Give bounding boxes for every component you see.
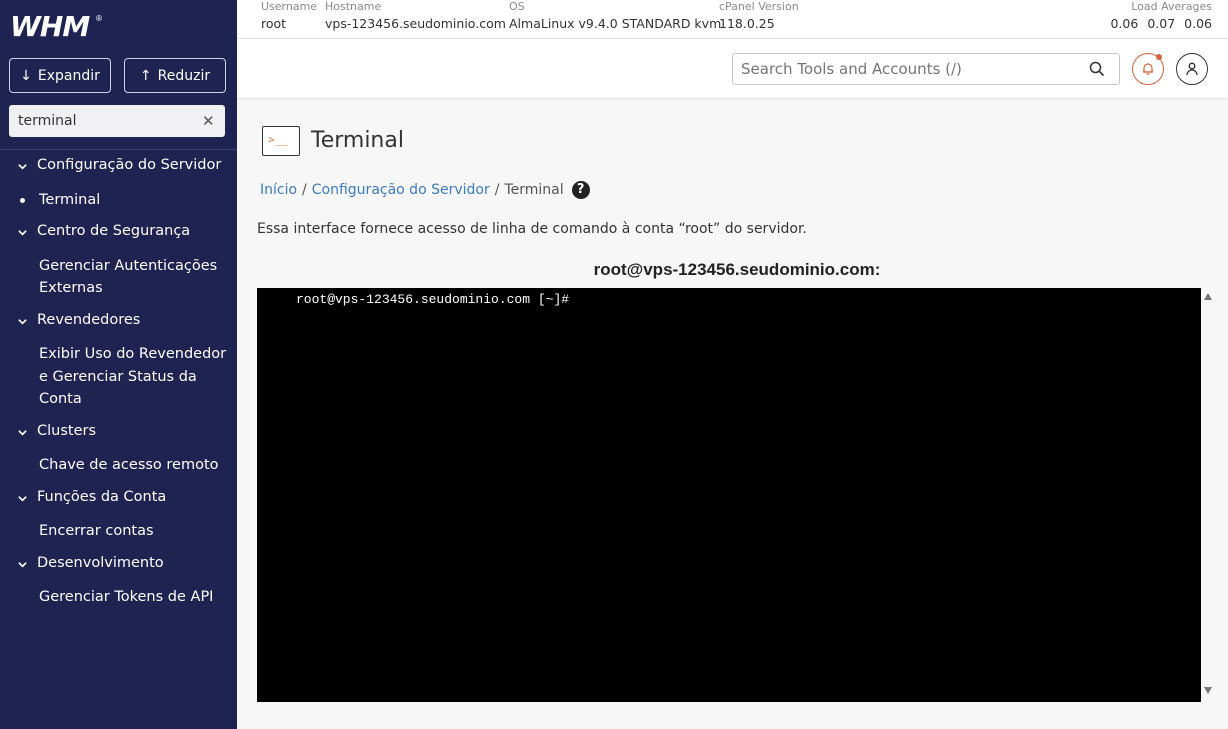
server-info-bar: Username root Hostname vps-123456.seudom…: [237, 0, 1228, 39]
breadcrumb-separator: /: [302, 182, 307, 198]
terminal-prompt-glyph: >__: [268, 133, 288, 146]
scroll-down-arrow-icon[interactable]: [1204, 687, 1212, 694]
search-icon[interactable]: [1089, 61, 1105, 77]
username-value: root: [261, 16, 287, 31]
nav-category-resellers[interactable]: Revendedores: [0, 309, 237, 335]
load-averages-info: Load Averages 0.06 0.07 0.06: [1110, 0, 1212, 35]
username-info: Username root: [261, 0, 317, 35]
expand-label: Expandir: [37, 67, 100, 84]
nav-category-label: Clusters: [37, 422, 97, 439]
user-menu-button[interactable]: [1176, 53, 1208, 85]
nav-item-label: Terminal: [39, 191, 101, 208]
terminal-title: root@vps-123456.seudominio.com:: [593, 260, 881, 279]
breadcrumb-current: Terminal: [504, 182, 564, 198]
chevron-down-icon: [17, 420, 37, 446]
global-search-input[interactable]: [733, 60, 1083, 78]
nav-item-label: Exibir Uso do Revendedor e Gerenciar Sta…: [39, 346, 227, 407]
chevron-down-icon: [17, 154, 37, 180]
hostname-value: vps-123456.seudominio.com: [325, 16, 506, 31]
cpanel-version-label: cPanel Version: [719, 0, 799, 13]
sidebar-divider: [0, 149, 237, 150]
load-5min: 0.07: [1147, 16, 1176, 31]
bell-icon: [1143, 63, 1153, 75]
nav-item-api-tokens[interactable]: Gerenciar Tokens de API: [0, 586, 237, 609]
nav-category-security-center[interactable]: Centro de Segurança: [0, 220, 237, 246]
nav-item-terminal[interactable]: Terminal: [0, 189, 237, 212]
nav-category-server-config[interactable]: Configuração do Servidor: [0, 154, 237, 180]
sidebar-nav: Configuração do Servidor Terminal Centro…: [0, 154, 237, 618]
arrow-up-icon: ↑: [139, 67, 152, 84]
arrow-down-icon: ↓: [20, 67, 32, 84]
nav-category-development[interactable]: Desenvolvimento: [0, 552, 237, 578]
collapse-label: Reduzir: [157, 67, 211, 84]
cpanel-version-value: 118.0.25: [719, 16, 775, 31]
nav-category-label: Funções da Conta: [37, 488, 167, 505]
sidebar: WHM ® ↓ Expandir ↑ Reduzir ✕ Configuraçã…: [0, 0, 237, 729]
expand-button[interactable]: ↓ Expandir: [9, 58, 111, 93]
hostname-info: Hostname vps-123456.seudominio.com: [325, 0, 506, 35]
toolbar: [237, 39, 1228, 99]
nav-category-label: Centro de Segurança: [37, 223, 191, 239]
chevron-down-icon: [17, 552, 37, 578]
nav-item-terminate-accounts[interactable]: Encerrar contas: [0, 520, 237, 543]
load-averages-values: 0.06 0.07 0.06: [1110, 13, 1212, 35]
collapse-button[interactable]: ↑ Reduzir: [124, 58, 226, 93]
nav-category-label: Configuração do Servidor: [37, 157, 222, 173]
username-label: Username: [261, 0, 318, 13]
nav-category-clusters[interactable]: Clusters: [0, 420, 237, 446]
nav-category-label: Desenvolvimento: [37, 554, 164, 571]
hostname-label: Hostname: [325, 0, 382, 13]
os-info: OS AlmaLinux v9.4.0 STANDARD kvm: [509, 0, 721, 35]
breadcrumb-separator: /: [494, 182, 500, 198]
help-icon[interactable]: ?: [571, 181, 590, 199]
registered-mark: ®: [95, 14, 103, 23]
terminal-prompt-line: root@vps-123456.seudominio.com [~]#: [296, 292, 570, 307]
nav-item-label: Gerenciar Autenticações Externas: [39, 257, 218, 297]
page-description: Essa interface fornece acesso de linha d…: [257, 221, 807, 237]
chevron-down-icon: [17, 309, 37, 335]
breadcrumb-home-link[interactable]: Início: [260, 179, 297, 201]
clear-search-icon[interactable]: ✕: [202, 112, 215, 130]
load-averages-label: Load Averages: [1131, 0, 1212, 13]
cpanel-version-info: cPanel Version 118.0.25: [719, 0, 799, 35]
nav-category-label: Revendedores: [37, 311, 141, 328]
breadcrumb-section-link[interactable]: Configuração do Servidor: [312, 179, 490, 201]
load-1min: 0.06: [1110, 16, 1139, 31]
logo-text: WHM: [10, 10, 90, 43]
nav-item-label: Gerenciar Tokens de API: [39, 589, 214, 605]
terminal-icon: >__: [262, 126, 300, 156]
nav-item-label: Encerrar contas: [39, 523, 154, 539]
nav-item-external-auth[interactable]: Gerenciar Autenticações Externas: [0, 255, 237, 300]
scroll-up-arrow-icon[interactable]: [1204, 293, 1212, 300]
whm-logo[interactable]: WHM ®: [10, 12, 105, 42]
os-value: AlmaLinux v9.4.0 STANDARD kvm: [509, 16, 722, 31]
chevron-down-icon: [17, 486, 37, 512]
user-icon: [1186, 62, 1198, 76]
chevron-down-icon: [17, 220, 37, 246]
sidebar-search: ✕: [9, 105, 225, 137]
nav-item-label: Chave de acesso remoto: [39, 457, 219, 473]
breadcrumb: Início / Configuração do Servidor / Term…: [260, 179, 590, 201]
notification-badge: [1156, 54, 1162, 60]
nav-category-account-functions[interactable]: Funções da Conta: [0, 486, 237, 512]
global-search: [732, 53, 1120, 85]
page-title: Terminal: [311, 128, 404, 153]
load-15min: 0.06: [1184, 16, 1212, 31]
notifications-button[interactable]: [1132, 53, 1164, 85]
os-label: OS: [509, 0, 525, 13]
sidebar-search-input[interactable]: [9, 113, 194, 129]
nav-item-reseller-usage[interactable]: Exibir Uso do Revendedor e Gerenciar Sta…: [0, 343, 237, 411]
terminal-window[interactable]: root@vps-123456.seudominio.com [~]#: [257, 288, 1201, 702]
expand-collapse-group: ↓ Expandir ↑ Reduzir: [9, 58, 226, 93]
nav-item-remote-access-key[interactable]: Chave de acesso remoto: [0, 454, 237, 477]
